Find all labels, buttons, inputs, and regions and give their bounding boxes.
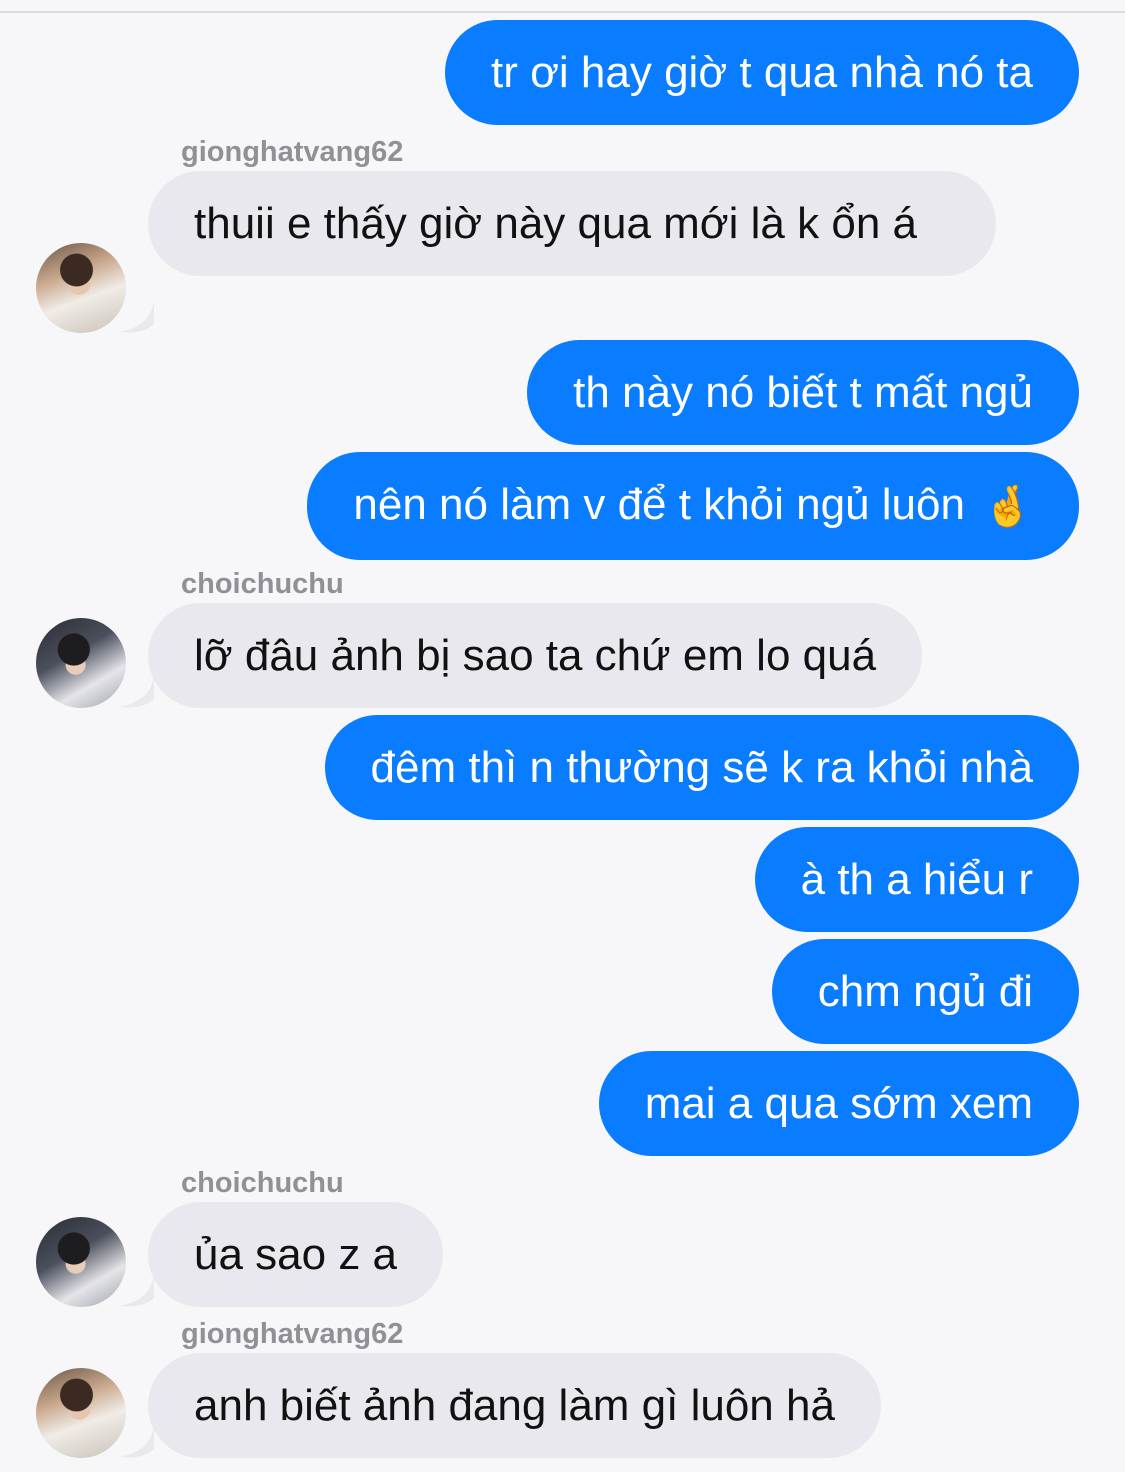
outgoing-message[interactable]: chm ngủ đi <box>771 939 1079 1044</box>
message-text: anh biết ảnh đang làm gì luôn hả <box>194 1381 835 1430</box>
outgoing-message[interactable]: à th a hiểu r <box>754 827 1079 932</box>
outgoing-message[interactable]: tr ơi hay giờ t qua nhà nó ta <box>444 20 1079 125</box>
crossed-fingers-icon: 🤞 <box>983 483 1033 530</box>
avatar-choichuchu[interactable] <box>36 618 126 708</box>
outgoing-message[interactable]: th này nó biết t mất ngủ <box>527 340 1079 445</box>
outgoing-message[interactable]: nên nó làm v để t khỏi ngủ luôn 🤞 <box>307 452 1079 560</box>
outgoing-message[interactable]: đêm thì n thường sẽ k ra khỏi nhà <box>324 715 1079 820</box>
sender-name: gionghatvang62 <box>181 136 404 168</box>
incoming-message[interactable]: anh biết ảnh đang làm gì luôn hả <box>148 1353 881 1458</box>
bubble-tail-icon <box>120 675 154 708</box>
incoming-message[interactable]: ủa sao z a <box>148 1202 444 1307</box>
incoming-message[interactable]: thuii e thấy giờ này qua mới là k ổn á <box>148 171 996 276</box>
avatar-gionghatvang62[interactable] <box>36 243 126 333</box>
message-text: ủa sao z a <box>194 1230 398 1279</box>
bubble-tail-icon <box>120 1425 154 1458</box>
message-text: lỡ đâu ảnh bị sao ta chứ em lo quá <box>194 631 877 680</box>
outgoing-message[interactable]: mai a qua sớm xem <box>598 1051 1079 1156</box>
message-text: à th a hiểu r <box>800 855 1033 904</box>
top-divider <box>0 11 1125 13</box>
avatar-gionghatvang62[interactable] <box>36 1368 126 1458</box>
message-text: th này nó biết t mất ngủ <box>573 368 1033 417</box>
message-text: đêm thì n thường sẽ k ra khỏi nhà <box>370 743 1033 792</box>
incoming-message[interactable]: lỡ đâu ảnh bị sao ta chứ em lo quá <box>148 603 923 708</box>
bubble-tail-icon <box>120 300 154 333</box>
message-text: tr ơi hay giờ t qua nhà nó ta <box>490 48 1033 97</box>
sender-name: gionghatvang62 <box>181 1318 404 1350</box>
bubble-tail-icon <box>120 1274 154 1307</box>
message-text: mai a qua sớm xem <box>644 1079 1033 1128</box>
sender-name: choichuchu <box>181 1167 344 1199</box>
avatar-choichuchu[interactable] <box>36 1217 126 1307</box>
sender-name: choichuchu <box>181 568 344 600</box>
message-text: chm ngủ đi <box>817 967 1033 1016</box>
message-text: nên nó làm v để t khỏi ngủ luôn <box>353 480 965 529</box>
message-text: thuii e thấy giờ này qua mới là k ổn á <box>194 199 917 248</box>
